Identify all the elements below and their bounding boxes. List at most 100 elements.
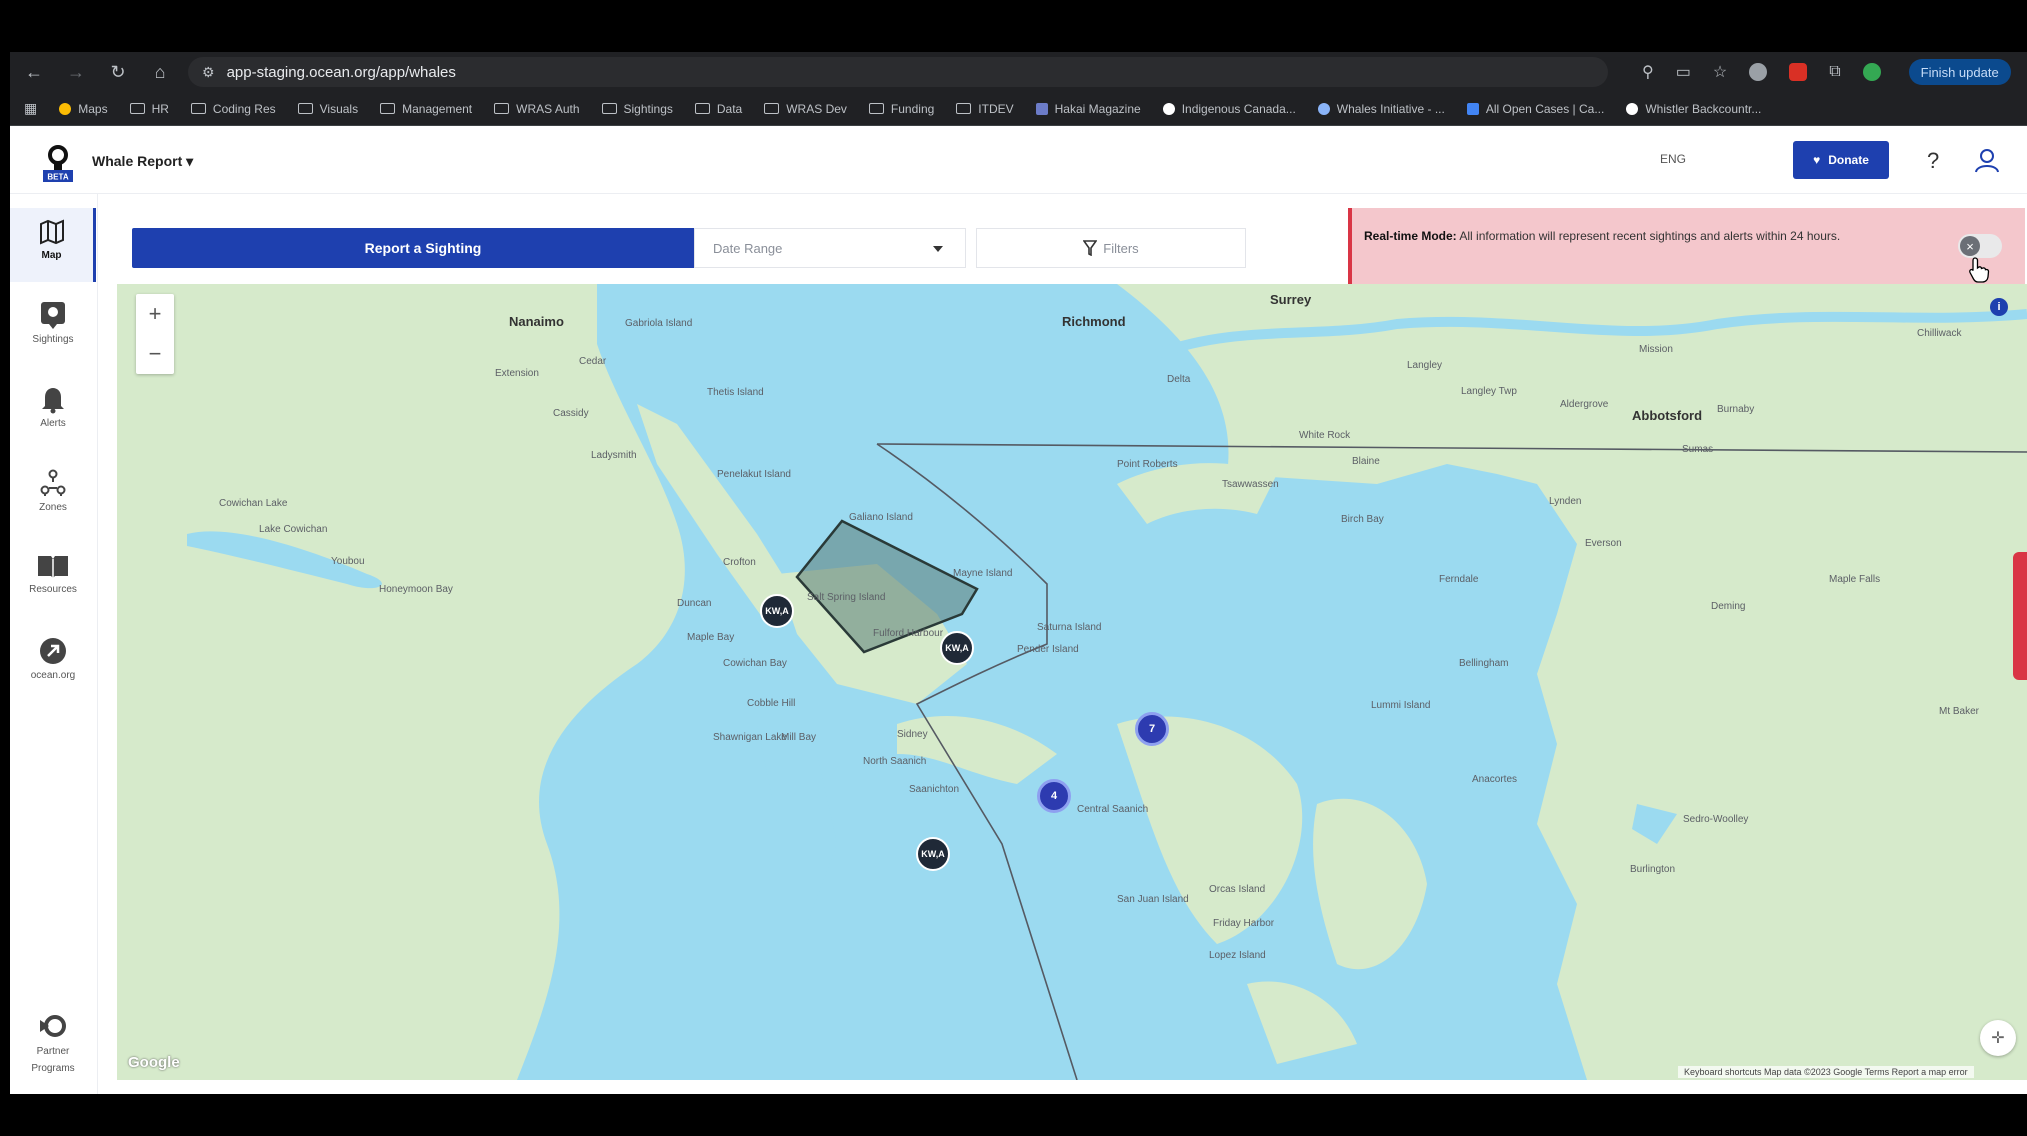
folder-icon: [694, 103, 710, 114]
cast-icon[interactable]: ▭: [1676, 62, 1691, 82]
sighting-cluster-marker[interactable]: 4: [1037, 779, 1071, 813]
whale-sighting-marker[interactable]: KW,A: [916, 837, 950, 871]
place-label: Youbou: [331, 556, 365, 567]
apps-grid-icon[interactable]: ▦: [24, 100, 37, 117]
back-icon[interactable]: ←: [16, 57, 52, 87]
place-label: Everson: [1585, 538, 1622, 549]
date-range-select[interactable]: Date Range: [694, 228, 966, 268]
place-label: Sedro-Woolley: [1683, 814, 1749, 825]
whale-sighting-marker[interactable]: KW,A: [760, 594, 794, 628]
zoom-out-button[interactable]: −: [136, 334, 174, 374]
beta-badge: BETA: [47, 173, 68, 182]
bookmark-folder[interactable]: Data: [694, 102, 742, 116]
sighting-cluster-marker[interactable]: 7: [1135, 712, 1169, 746]
folder-icon: [380, 103, 396, 114]
site-settings-icon[interactable]: ⚙: [202, 64, 215, 81]
bookmark-folder[interactable]: Coding Res: [190, 102, 276, 116]
bookmark-folder[interactable]: WRAS Dev: [764, 102, 847, 116]
zoom-controls: + −: [136, 294, 174, 374]
place-label: Maple Falls: [1829, 574, 1881, 585]
bookmark-open-cases[interactable]: All Open Cases | Ca...: [1466, 102, 1604, 116]
realtime-mode-toggle[interactable]: ×: [1958, 234, 2002, 258]
donate-button[interactable]: ♥ Donate: [1793, 141, 1889, 179]
place-label: Pender Island: [1017, 644, 1079, 655]
place-label: Salt Spring Island: [807, 592, 886, 603]
place-label: Lopez Island: [1209, 950, 1266, 961]
place-label: Cowichan Lake: [219, 498, 288, 509]
place-label: Aldergrove: [1560, 399, 1609, 410]
bookmark-folder[interactable]: Sightings: [601, 102, 673, 116]
bookmark-folder[interactable]: ITDEV: [956, 102, 1014, 116]
bookmark-whistler[interactable]: Whistler Backcountr...: [1626, 102, 1761, 116]
place-label: Extension: [495, 368, 539, 379]
place-label: Saanichton: [909, 784, 960, 795]
sidebar-item-map[interactable]: Map: [10, 208, 96, 282]
place-label: Honeymoon Bay: [379, 584, 453, 595]
bookmark-folder[interactable]: HR: [129, 102, 169, 116]
heart-icon: ♥: [1813, 153, 1821, 167]
language-selector[interactable]: ENG: [1660, 152, 1686, 166]
bookmark-whales-initiative[interactable]: Whales Initiative - ...: [1317, 102, 1445, 116]
location-pin-icon: [41, 302, 65, 329]
bookmark-maps[interactable]: Maps: [59, 102, 108, 116]
whale-icon: [1317, 102, 1330, 115]
close-icon: ×: [1960, 236, 1980, 256]
profile-icon[interactable]: [1862, 63, 1881, 81]
sidebar-item-ocean-org[interactable]: ocean.org: [10, 626, 96, 700]
sidebar-item-sightings[interactable]: Sightings: [10, 290, 96, 364]
ocean-wise-logo-icon[interactable]: BETA: [39, 144, 77, 184]
book-icon: [38, 556, 68, 578]
whale-sighting-marker[interactable]: KW,A: [940, 631, 974, 665]
place-label: Duncan: [677, 598, 712, 609]
place-label: Galiano Island: [849, 512, 913, 523]
reload-icon[interactable]: ↻: [100, 57, 136, 87]
realtime-mode-banner: Real-time Mode: All information will rep…: [1348, 208, 2025, 284]
map-canvas[interactable]: Nanaimo Richmond Surrey Abbotsford Gabri…: [117, 284, 2027, 1080]
bookmark-folder[interactable]: Management: [380, 102, 472, 116]
place-label: Sumas: [1682, 444, 1714, 455]
user-account-icon[interactable]: [1973, 146, 2001, 174]
filters-button[interactable]: Filters: [976, 228, 1246, 268]
screen-frame: ← → ↻ ⌂ ⚙ app-staging.ocean.org/app/whal…: [10, 0, 2027, 1136]
extension-red-icon[interactable]: [1789, 63, 1808, 81]
place-label: Thetis Island: [707, 387, 764, 398]
place-label: Saturna Island: [1037, 622, 1102, 633]
bookmark-star-icon[interactable]: ☆: [1713, 62, 1727, 82]
place-label: Mission: [1639, 344, 1673, 355]
map-attribution[interactable]: Keyboard shortcuts Map data ©2023 Google…: [1678, 1066, 1974, 1078]
folder-icon: [601, 103, 617, 114]
app-title-dropdown[interactable]: Whale Report ▾: [92, 153, 193, 170]
sidebar-item-partner-programs[interactable]: Partner Programs: [10, 1002, 96, 1094]
forward-icon[interactable]: →: [58, 57, 94, 87]
home-icon[interactable]: ⌂: [142, 57, 178, 87]
place-label: Mayne Island: [953, 568, 1013, 579]
recenter-icon[interactable]: ✛: [1980, 1020, 2016, 1056]
finish-update-button[interactable]: Finish update: [1908, 59, 2011, 85]
bookmark-folder[interactable]: Funding: [868, 102, 934, 116]
place-label: Anacortes: [1472, 774, 1518, 785]
browser-toolbar: ← → ↻ ⌂ ⚙ app-staging.ocean.org/app/whal…: [10, 52, 2027, 92]
report-sighting-button[interactable]: Report a Sighting: [132, 228, 714, 268]
zoom-in-button[interactable]: +: [136, 294, 174, 334]
place-label: Lynden: [1549, 496, 1582, 507]
sidebar-item-zones[interactable]: Zones: [10, 458, 96, 532]
map-info-button[interactable]: i: [1990, 298, 2008, 316]
sidebar-item-alerts[interactable]: Alerts: [10, 374, 96, 448]
place-label: Orcas Island: [1209, 884, 1266, 895]
sidebar-item-resources[interactable]: Resources: [10, 542, 96, 616]
address-bar[interactable]: ⚙ app-staging.ocean.org/app/whales: [188, 57, 1608, 87]
place-label: Cowichan Bay: [723, 658, 787, 669]
bookmark-folder[interactable]: WRAS Auth: [494, 102, 580, 116]
help-button[interactable]: ?: [1927, 148, 1939, 174]
place-label: Ferndale: [1439, 574, 1479, 585]
bookmark-indigenous-canada[interactable]: Indigenous Canada...: [1162, 102, 1296, 116]
zones-icon: [40, 469, 66, 496]
hakai-icon: [1035, 102, 1048, 115]
report-issue-tab[interactable]: [2013, 552, 2027, 680]
extensions-puzzle-icon[interactable]: ⧉: [1829, 63, 1840, 81]
extension-icon[interactable]: [1749, 63, 1768, 81]
place-label: Crofton: [723, 557, 756, 568]
bookmark-folder[interactable]: Visuals: [297, 102, 358, 116]
location-icon[interactable]: ⚲: [1642, 62, 1654, 82]
bookmark-hakai[interactable]: Hakai Magazine: [1035, 102, 1141, 116]
